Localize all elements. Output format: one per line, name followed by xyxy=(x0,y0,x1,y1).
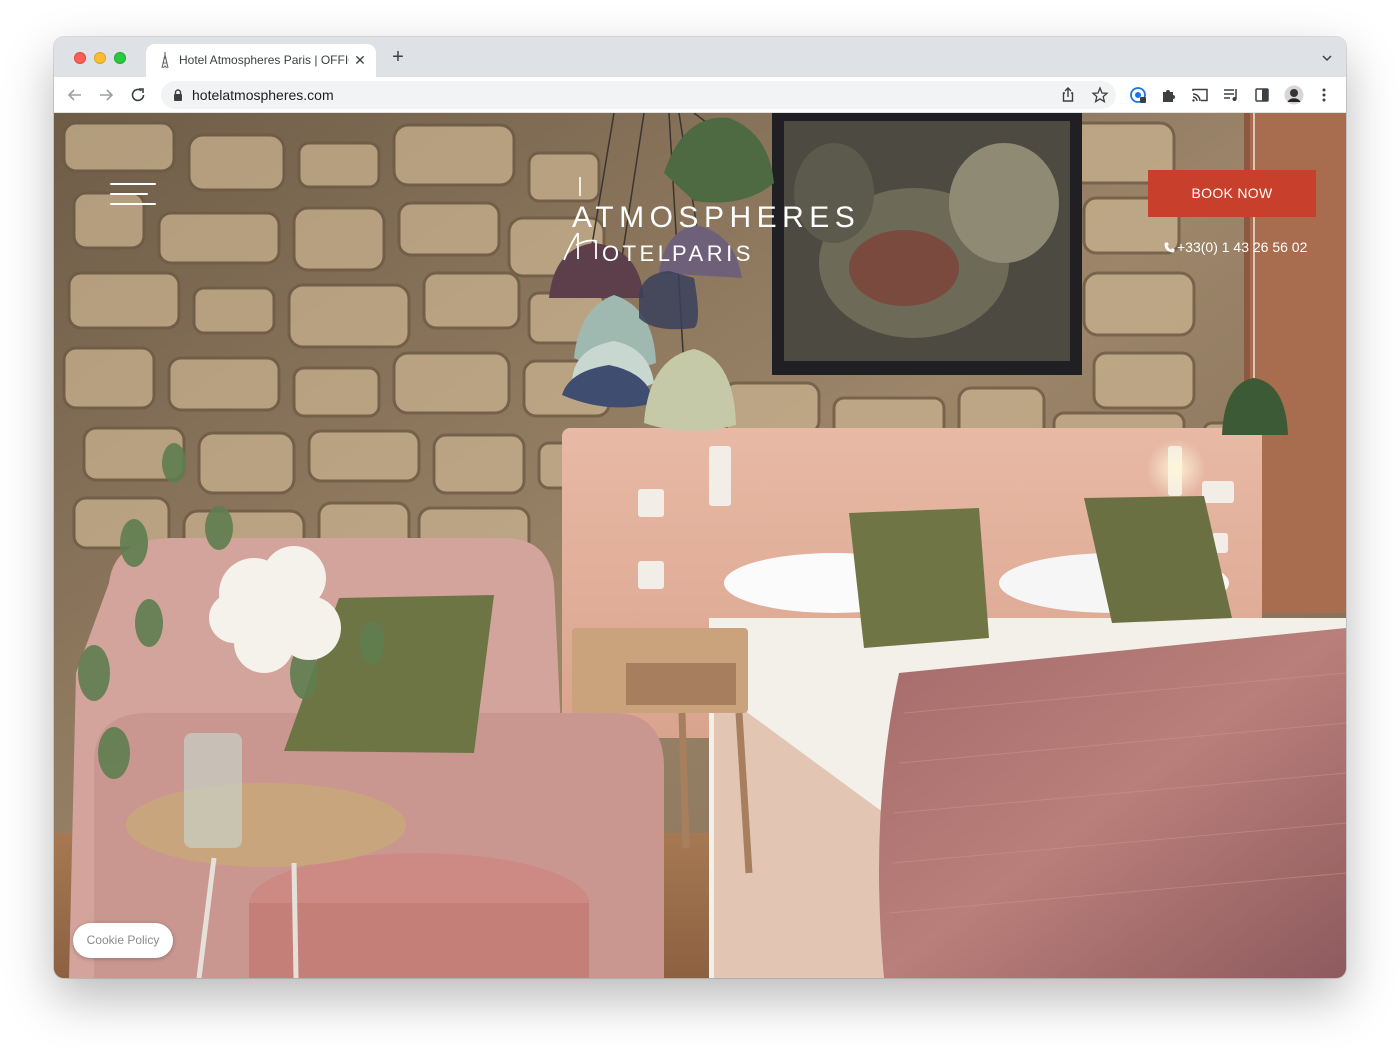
hotel-logo[interactable]: ATMOSPHERES OTEL PARIS xyxy=(554,175,864,275)
eiffel-tower-icon xyxy=(161,52,169,69)
url-text[interactable]: hotelatmospheres.com xyxy=(192,87,334,103)
minimize-window-button[interactable] xyxy=(94,52,106,64)
back-arrow-icon[interactable] xyxy=(65,85,85,105)
tab-strip: Hotel Atmospheres Paris | OFFICIAL SITE … xyxy=(54,37,1346,77)
close-tab-icon[interactable]: ✕ xyxy=(353,53,367,67)
new-tab-button[interactable]: + xyxy=(388,47,408,67)
browser-window: Hotel Atmospheres Paris | OFFICIAL SITE … xyxy=(54,37,1346,978)
bookmark-star-icon[interactable] xyxy=(1091,86,1109,104)
logo-paris-text: PARIS xyxy=(672,241,754,266)
phone-link[interactable]: +33(0) 1 43 26 56 02 xyxy=(1164,239,1316,257)
cookie-policy-button[interactable]: Cookie Policy xyxy=(73,923,173,958)
close-window-button[interactable] xyxy=(74,52,86,64)
book-now-button[interactable]: BOOK NOW xyxy=(1148,170,1316,217)
side-panel-icon[interactable] xyxy=(1253,86,1271,104)
profile-avatar[interactable] xyxy=(1284,85,1304,105)
logo-wordmark: ATMOSPHERES xyxy=(572,201,860,234)
lock-icon[interactable] xyxy=(171,88,185,102)
tab-active[interactable]: Hotel Atmospheres Paris | OFFICIAL SITE … xyxy=(146,44,376,77)
hamburger-menu-icon[interactable] xyxy=(110,179,160,211)
cast-icon[interactable] xyxy=(1191,86,1209,104)
phone-icon xyxy=(1164,242,1175,253)
browser-toolbar: hotelatmospheres.com xyxy=(54,77,1346,113)
page-viewport: ATMOSPHERES OTEL PARIS BOOK NOW +33(0) 1… xyxy=(54,113,1346,978)
tab-title: Hotel Atmospheres Paris | OFFICIAL SITE xyxy=(179,53,349,67)
puzzle-icon[interactable] xyxy=(1160,86,1178,104)
phone-number: +33(0) 1 43 26 56 02 xyxy=(1177,239,1308,255)
maximize-window-button[interactable] xyxy=(114,52,126,64)
address-bar[interactable]: hotelatmospheres.com xyxy=(161,81,1116,109)
media-queue-icon[interactable] xyxy=(1222,86,1240,104)
logo-hotel-text: OTEL xyxy=(602,241,673,266)
forward-arrow-icon[interactable] xyxy=(96,85,116,105)
kebab-menu-icon[interactable] xyxy=(1315,86,1333,104)
reload-icon[interactable] xyxy=(128,85,148,105)
chevron-down-icon[interactable] xyxy=(1320,51,1334,65)
share-icon[interactable] xyxy=(1059,86,1077,104)
extension-badge-icon[interactable] xyxy=(1129,86,1147,104)
